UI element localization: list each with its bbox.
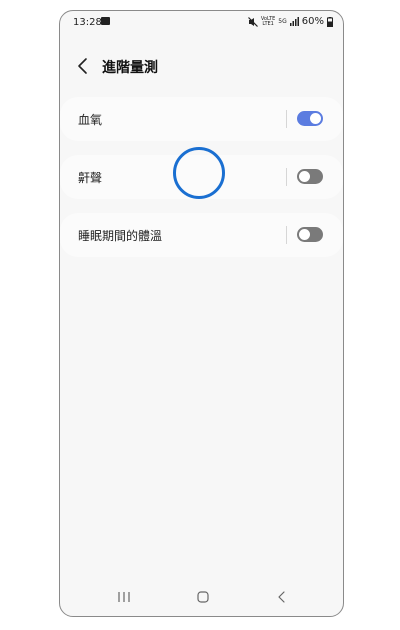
back-nav-icon[interactable] [276, 590, 288, 604]
network-type: 5G [278, 18, 287, 25]
row-divider [286, 110, 287, 128]
navigation-bar [60, 580, 343, 616]
header: 進階量測 [60, 51, 343, 83]
page-title: 進階量測 [102, 60, 158, 76]
toggle-knob [299, 229, 310, 240]
phone-frame: 13:28 VoLTE LTE1 5G 60% 進階量測 血氧 鼾聲 睡眠期間的… [59, 10, 344, 617]
volte-indicator: VoLTE LTE1 [260, 15, 276, 27]
blood-oxygen-toggle[interactable] [297, 111, 323, 126]
mute-icon [247, 16, 258, 27]
battery-icon [327, 16, 333, 27]
home-icon[interactable] [196, 590, 210, 604]
setting-row-sleep-temperature[interactable]: 睡眠期間的體溫 [60, 213, 343, 257]
row-divider [286, 226, 287, 244]
snoring-toggle[interactable] [297, 169, 323, 184]
status-icons: VoLTE LTE1 5G 60% [247, 15, 333, 27]
setting-label-sleep-temperature: 睡眠期間的體溫 [78, 229, 163, 243]
row-divider [286, 168, 287, 186]
setting-label-blood-oxygen: 血氧 [78, 113, 103, 127]
gallery-notification-icon [101, 17, 110, 25]
status-bar: 13:28 VoLTE LTE1 5G 60% [60, 11, 343, 35]
battery-percent: 60% [301, 16, 324, 27]
signal-icon [289, 17, 299, 26]
status-time: 13:28 [73, 17, 102, 28]
touch-indicator [173, 147, 225, 199]
recent-apps-icon[interactable] [117, 590, 131, 604]
toggle-knob [299, 171, 310, 182]
setting-row-blood-oxygen[interactable]: 血氧 [60, 97, 343, 141]
back-arrow-icon[interactable] [76, 57, 90, 75]
setting-label-snoring: 鼾聲 [78, 171, 103, 185]
toggle-knob [310, 113, 321, 124]
sleep-temperature-toggle[interactable] [297, 227, 323, 242]
